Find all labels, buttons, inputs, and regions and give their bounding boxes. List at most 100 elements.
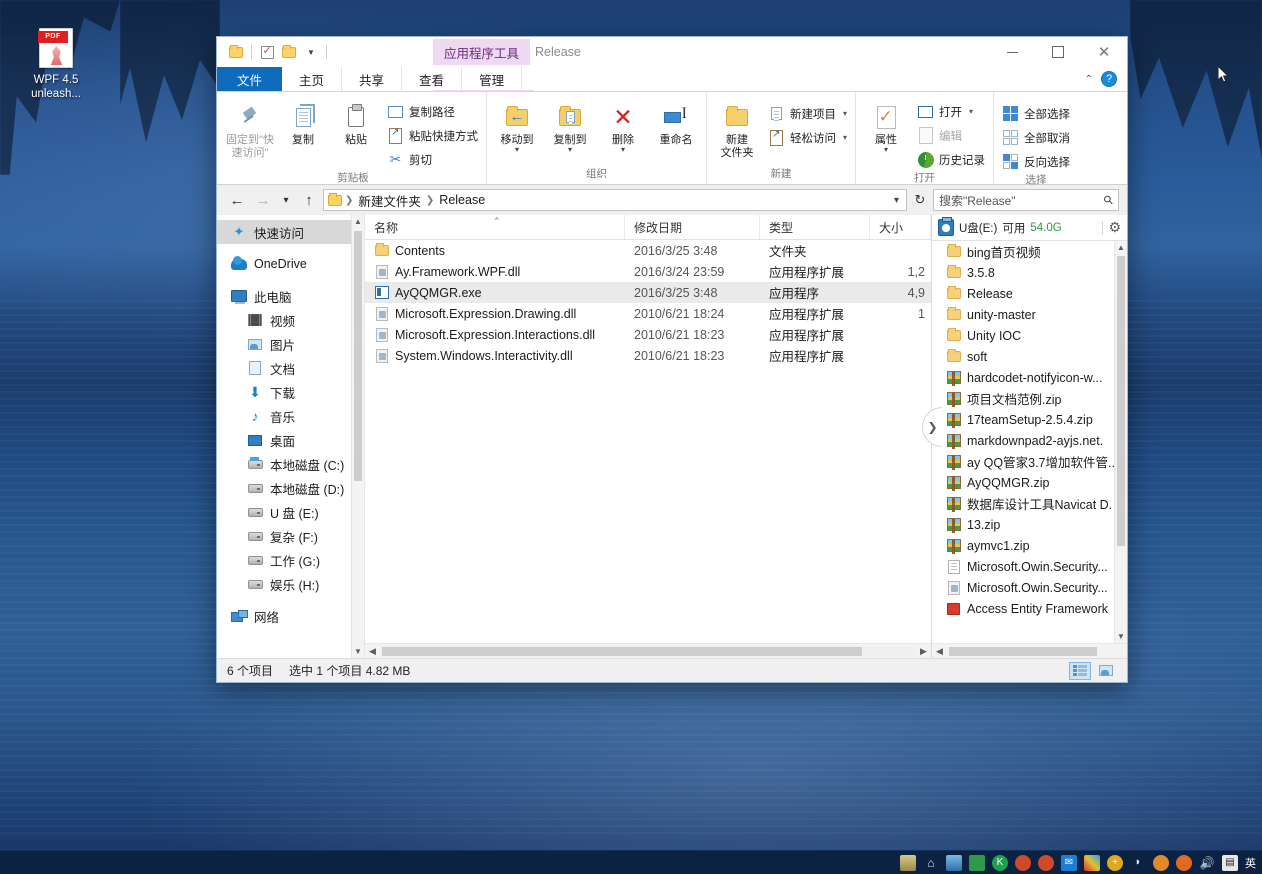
kugou-icon[interactable]: K bbox=[992, 854, 1008, 871]
qat-properties-checkbox-icon[interactable] bbox=[258, 43, 276, 61]
ime-language-indicator[interactable]: 英 bbox=[1245, 855, 1256, 871]
tab-file[interactable]: 文件 bbox=[217, 67, 283, 91]
close-button[interactable]: ✕ bbox=[1081, 37, 1127, 67]
cut-button[interactable]: ✂ 剪切 bbox=[384, 149, 481, 170]
properties-caret-icon[interactable]: ▾ bbox=[884, 145, 888, 153]
scrollbar-track[interactable] bbox=[380, 645, 916, 657]
sidebar-item-this-pc[interactable]: 此电脑 bbox=[217, 284, 364, 308]
new-item-caret-icon[interactable]: ▾ bbox=[843, 109, 847, 118]
colors-icon[interactable] bbox=[1084, 854, 1100, 871]
scroll-up-icon[interactable]: ▲ bbox=[352, 215, 364, 228]
easy-access-button[interactable]: 轻松访问 ▾ bbox=[765, 127, 850, 148]
list-item[interactable]: soft bbox=[932, 346, 1127, 367]
maximize-button[interactable] bbox=[1035, 37, 1081, 67]
app-icon-5[interactable] bbox=[1038, 854, 1054, 871]
list-item[interactable]: 3.5.8 bbox=[932, 262, 1127, 283]
address-dropdown-caret-icon[interactable]: ▾ bbox=[894, 195, 902, 206]
scrollbar-thumb[interactable] bbox=[1117, 256, 1125, 546]
tab-view[interactable]: 查看 bbox=[402, 67, 463, 91]
firefox-icon[interactable] bbox=[1176, 854, 1192, 871]
list-item[interactable]: markdownpad2-ayjs.net. bbox=[932, 430, 1127, 451]
recent-locations-icon[interactable]: ▾ bbox=[277, 188, 295, 212]
desktop-icon-pdf[interactable]: PDF WPF 4.5 unleash... bbox=[14, 28, 98, 101]
sidebar-item-desktop[interactable]: 桌面 bbox=[217, 428, 364, 452]
large-icons-view-button[interactable] bbox=[1095, 662, 1117, 680]
scroll-left-icon[interactable]: ◀ bbox=[365, 646, 380, 657]
list-item[interactable]: AyQQMGR.zip bbox=[932, 472, 1127, 493]
invert-selection-button[interactable]: 反向选择 bbox=[999, 151, 1073, 172]
delete-caret-icon[interactable]: ▾ bbox=[621, 145, 625, 153]
scroll-down-icon[interactable]: ▼ bbox=[352, 645, 364, 658]
copy-path-button[interactable]: 复制路径 bbox=[384, 101, 481, 122]
sidebar-item-onedrive[interactable]: OneDrive bbox=[217, 252, 364, 276]
tab-share[interactable]: 共享 bbox=[342, 67, 403, 91]
list-item[interactable]: Unity IOC bbox=[932, 325, 1127, 346]
copy-to-caret-icon[interactable]: ▾ bbox=[568, 145, 572, 153]
qat-dropdown-caret-icon[interactable]: ▼ bbox=[302, 43, 320, 61]
system-tray[interactable]: ⌂ K ✉ + ◗ 🔊 ▤ 英 bbox=[900, 854, 1262, 871]
list-item[interactable]: 项目文档范例.zip bbox=[932, 388, 1127, 409]
list-item[interactable]: aymvc1.zip bbox=[932, 535, 1127, 556]
paste-button[interactable]: 粘贴 bbox=[331, 98, 381, 147]
list-item[interactable]: 数据库设计工具Navicat D. bbox=[932, 493, 1127, 514]
sidebar-item-drive-e[interactable]: U 盘 (E:) bbox=[217, 500, 364, 524]
list-item[interactable]: Microsoft.Owin.Security... bbox=[932, 556, 1127, 577]
notifications-icon[interactable]: ▤ bbox=[1222, 854, 1238, 871]
search-input[interactable]: 搜索"Release" ⚲ bbox=[933, 189, 1119, 211]
table-row[interactable]: System.Windows.Interactivity.dll 2010/6/… bbox=[365, 345, 931, 366]
sidebar-item-drive-f[interactable]: 复杂 (F:) bbox=[217, 524, 364, 548]
list-item[interactable]: 17teamSetup-2.5.4.zip bbox=[932, 409, 1127, 430]
title-bar[interactable]: ▼ 应用程序工具 Release ✕ bbox=[217, 37, 1127, 67]
column-header-date[interactable]: 修改日期 bbox=[625, 215, 760, 239]
rename-button[interactable]: 重命名 bbox=[651, 98, 701, 147]
tab-manage[interactable]: 管理 bbox=[462, 67, 523, 91]
onedrive-icon[interactable]: ⌂ bbox=[923, 855, 939, 871]
address-bar[interactable]: ❯ 新建文件夹 ❯ Release ▾ bbox=[323, 189, 907, 211]
sidebar-item-drive-c[interactable]: 本地磁盘 (C:) bbox=[217, 452, 364, 476]
sidebar-item-documents[interactable]: 文档 bbox=[217, 356, 364, 380]
app-icon-4[interactable] bbox=[1015, 854, 1031, 871]
scroll-left-icon[interactable]: ◀ bbox=[932, 646, 947, 657]
help-icon[interactable]: ? bbox=[1101, 71, 1117, 87]
scroll-right-icon[interactable]: ▶ bbox=[916, 646, 931, 657]
table-row[interactable]: AyQQMGR.exe 2016/3/25 3:48 应用程序 4,9 bbox=[365, 282, 931, 303]
taskbar[interactable]: ⌂ K ✉ + ◗ 🔊 ▤ 英 bbox=[0, 850, 1262, 874]
scroll-up-icon[interactable]: ▲ bbox=[1115, 241, 1127, 254]
usb-pane-horizontal-scrollbar[interactable]: ◀ bbox=[932, 643, 1127, 658]
column-headers[interactable]: 名称 ⌃ 修改日期 类型 大小 bbox=[365, 215, 931, 240]
details-view-button[interactable] bbox=[1069, 661, 1091, 680]
navigation-pane-scrollbar[interactable]: ▲ ▼ bbox=[351, 215, 364, 658]
history-button[interactable]: 历史记录 bbox=[914, 149, 988, 170]
breadcrumb-item-0[interactable]: 新建文件夹 bbox=[356, 191, 423, 210]
copy-to-button[interactable]: 复制到 ▾ bbox=[545, 98, 595, 153]
gear-icon[interactable]: ⚙ bbox=[1108, 219, 1121, 236]
list-item[interactable]: ay QQ管家3.7增加软件管.. bbox=[932, 451, 1127, 472]
list-item[interactable]: unity-master bbox=[932, 304, 1127, 325]
new-item-button[interactable]: 新建项目 ▾ bbox=[765, 103, 850, 124]
list-item[interactable]: Release bbox=[932, 283, 1127, 304]
breadcrumb-item-1[interactable]: Release bbox=[437, 193, 487, 207]
scrollbar-thumb[interactable] bbox=[354, 231, 362, 481]
sidebar-item-videos[interactable]: 视频 bbox=[217, 308, 364, 332]
column-header-type[interactable]: 类型 bbox=[760, 215, 870, 239]
window-controls[interactable]: ✕ bbox=[989, 37, 1127, 67]
open-caret-icon[interactable]: ▾ bbox=[969, 107, 973, 116]
list-item[interactable]: Access Entity Framework bbox=[932, 598, 1127, 619]
refresh-button[interactable]: ↻ bbox=[909, 189, 931, 211]
volume-icon[interactable]: 🔊 bbox=[1199, 855, 1215, 871]
delete-button[interactable]: ✕ 删除 ▾ bbox=[598, 98, 648, 154]
sidebar-item-drive-h[interactable]: 娱乐 (H:) bbox=[217, 572, 364, 596]
column-header-name[interactable]: 名称 ⌃ bbox=[365, 215, 625, 239]
select-all-button[interactable]: 全部选择 bbox=[999, 103, 1073, 124]
sidebar-item-drive-d[interactable]: 本地磁盘 (D:) bbox=[217, 476, 364, 500]
tab-home[interactable]: 主页 bbox=[282, 67, 343, 91]
scrollbar-thumb[interactable] bbox=[949, 646, 1097, 656]
move-to-button[interactable]: ← 移动到 ▾ bbox=[492, 98, 542, 153]
easy-access-caret-icon[interactable]: ▾ bbox=[843, 133, 847, 142]
list-item[interactable]: Microsoft.Owin.Security... bbox=[932, 577, 1127, 598]
sidebar-item-downloads[interactable]: ⬇ 下载 bbox=[217, 380, 364, 404]
list-item[interactable]: hardcodet-notifyicon-w... bbox=[932, 367, 1127, 388]
open-button[interactable]: 打开 ▾ bbox=[914, 101, 988, 122]
plus-icon[interactable]: + bbox=[1107, 854, 1123, 871]
table-row[interactable]: Ay.Framework.WPF.dll 2016/3/24 23:59 应用程… bbox=[365, 261, 931, 282]
